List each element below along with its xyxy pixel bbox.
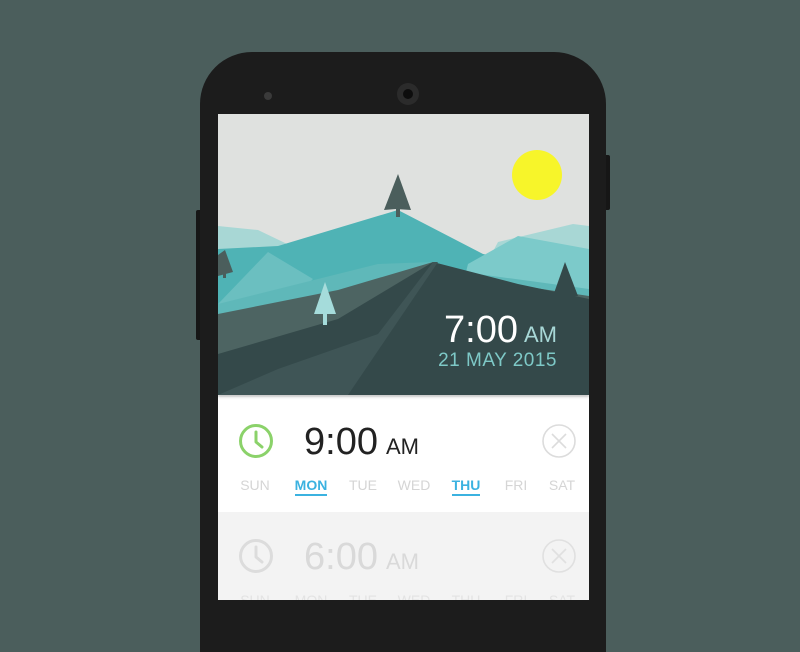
hero-time-ampm: AM [524, 322, 557, 347]
day-toggle-thu[interactable]: THU [439, 592, 493, 600]
front-camera [397, 83, 419, 105]
day-toggle-tue[interactable]: TUE [336, 477, 390, 495]
alarm-time[interactable]: 9:00 AM [304, 421, 419, 464]
alarm-time-value: 6:00 [304, 536, 378, 578]
weekday-selector: SUN MON TUE WED THU FRI SAT [218, 592, 589, 600]
app-screen: 7:00 AM 21 MAY 2015 9:00 AM SUN MON TUE WE… [218, 114, 589, 600]
day-toggle-wed[interactable]: WED [387, 592, 441, 600]
day-toggle-sun[interactable]: SUN [228, 477, 282, 495]
sun-icon [512, 150, 562, 200]
close-circle-icon[interactable] [541, 423, 577, 459]
alarm-time-ampm: AM [385, 549, 419, 574]
alarm-card[interactable]: 6:00 AM SUN MON TUE WED THU FRI SAT [218, 512, 589, 600]
day-toggle-sat[interactable]: SAT [535, 477, 589, 495]
day-toggle-wed[interactable]: WED [387, 477, 441, 495]
day-toggle-tue[interactable]: TUE [336, 592, 390, 600]
weekday-selector: SUN MON TUE WED THU FRI SAT [218, 477, 589, 501]
close-circle-icon[interactable] [541, 538, 577, 574]
front-sensor [264, 92, 272, 100]
alarm-card[interactable]: 9:00 AM SUN MON TUE WED THU FRI SAT [218, 397, 589, 512]
hero-time-value: 7:00 [444, 309, 518, 351]
hero-banner: 7:00 AM 21 MAY 2015 [218, 114, 589, 395]
clock-icon[interactable] [238, 538, 274, 574]
alarm-time-value: 9:00 [304, 421, 378, 463]
day-toggle-sun[interactable]: SUN [228, 592, 282, 600]
alarm-time-ampm: AM [385, 434, 419, 459]
clock-icon[interactable] [238, 423, 274, 459]
day-toggle-thu[interactable]: THU [439, 477, 493, 496]
day-toggle-sat[interactable]: SAT [535, 592, 589, 600]
alarm-time[interactable]: 6:00 AM [304, 536, 419, 579]
day-toggle-mon[interactable]: MON [284, 477, 338, 496]
day-toggle-mon[interactable]: MON [284, 592, 338, 600]
hero-date: 21 MAY 2015 [438, 350, 557, 371]
hero-current-time: 7:00 AM [444, 309, 557, 352]
